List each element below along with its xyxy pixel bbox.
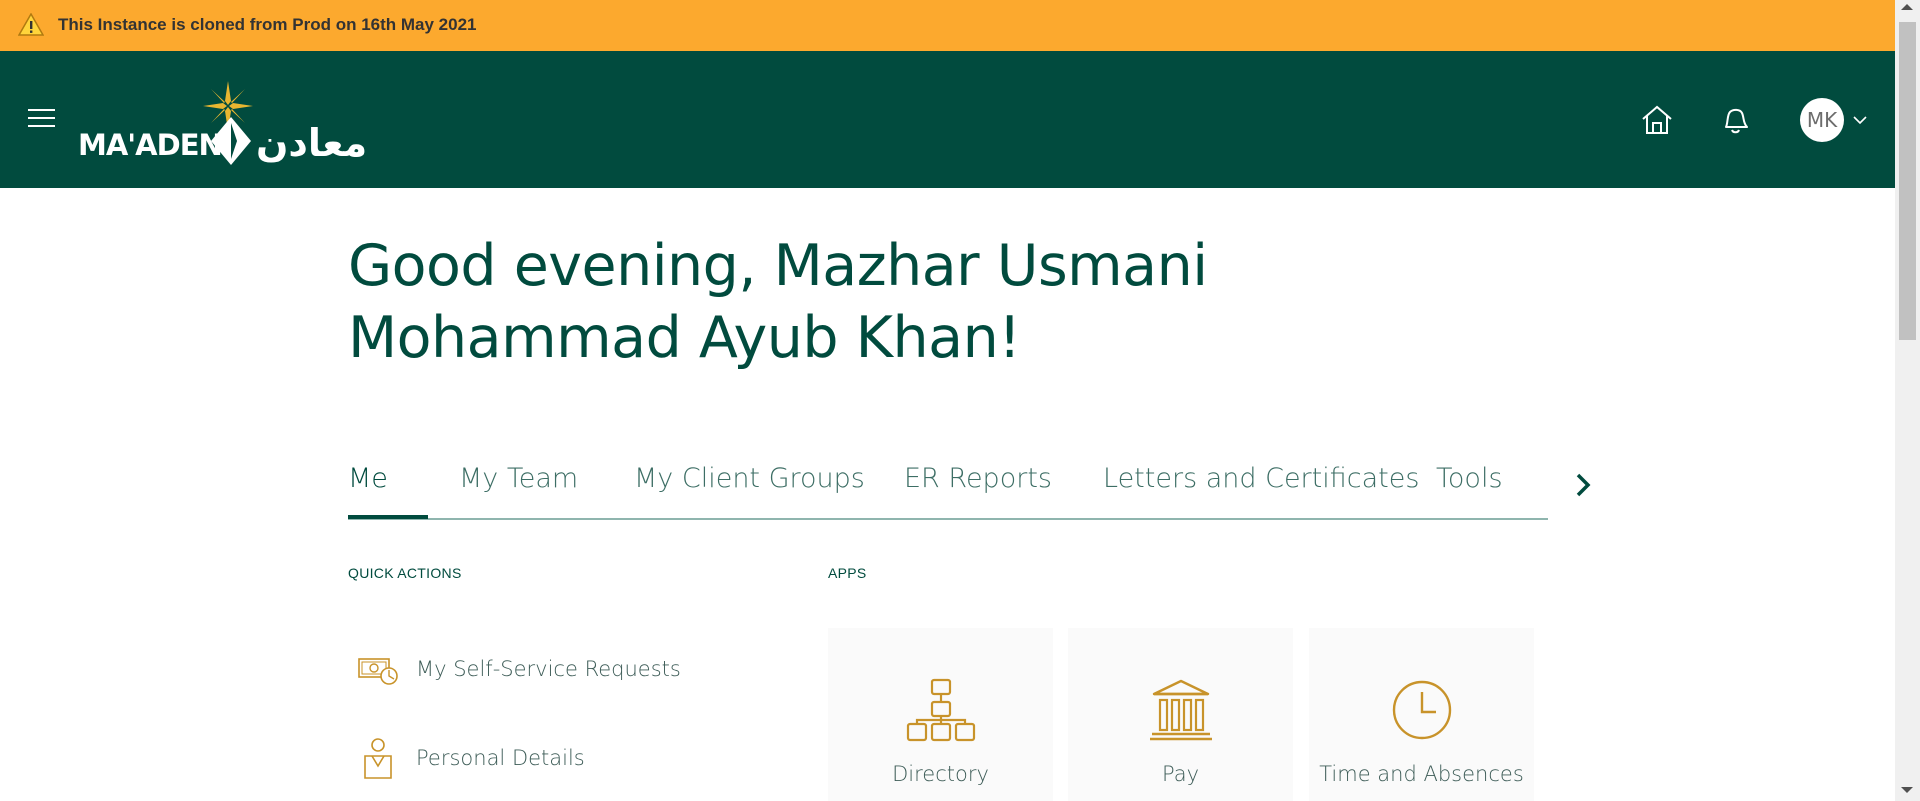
avatar[interactable]: MK xyxy=(1800,98,1844,142)
app-tile-pay[interactable]: Pay xyxy=(1068,628,1293,801)
home-icon[interactable] xyxy=(1640,103,1674,137)
menu-icon[interactable] xyxy=(28,109,55,129)
app-label: Directory xyxy=(892,762,989,786)
pay-icon xyxy=(1150,679,1212,741)
tab-letters-and-certificates[interactable]: Letters and Certificates xyxy=(1103,463,1419,494)
maaden-logo[interactable]: MA'ADEN معادن xyxy=(76,81,396,166)
quick-action-self-service-requests[interactable]: My Self-Service Requests xyxy=(356,644,681,694)
warning-icon xyxy=(18,13,44,36)
app-tile-time-and-absences[interactable]: Time and Absences xyxy=(1309,628,1534,801)
active-tab-indicator xyxy=(348,515,428,519)
logo-arabic-text: معادن xyxy=(256,121,368,165)
scroll-thumb[interactable] xyxy=(1899,22,1916,340)
app-label: Pay xyxy=(1161,762,1200,786)
tab-my-client-groups[interactable]: My Client Groups xyxy=(634,463,865,494)
logo-text: MA'ADEN xyxy=(78,128,223,162)
directory-icon xyxy=(906,678,976,742)
tab-my-team[interactable]: My Team xyxy=(459,463,578,494)
tab-bar: Me My Team My Client Groups ER Reports L… xyxy=(348,455,1548,520)
greeting-title: Good evening, Mazhar Usmani Mohammad Ayu… xyxy=(348,233,1208,371)
chevron-down-icon[interactable] xyxy=(1853,115,1867,125)
app-label: Time and Absences xyxy=(1319,762,1524,786)
warning-banner: This Instance is cloned from Prod on 16t… xyxy=(0,0,1895,51)
apps-heading: APPS xyxy=(828,565,867,581)
self-service-requests-icon xyxy=(358,658,398,685)
tab-me[interactable]: Me xyxy=(348,463,388,494)
notifications-icon[interactable] xyxy=(1718,103,1752,137)
banner-message: This Instance is cloned from Prod on 16t… xyxy=(58,15,477,34)
tab-tools[interactable]: Tools xyxy=(1436,463,1503,494)
quick-action-label: My Self-Service Requests xyxy=(416,657,681,681)
quick-actions-heading: QUICK ACTIONS xyxy=(348,565,462,581)
scroll-up-arrow-icon[interactable] xyxy=(1901,4,1913,10)
personal-details-icon xyxy=(364,738,392,779)
app-tile-directory[interactable]: Directory xyxy=(828,628,1053,801)
time-and-absences-icon xyxy=(1392,680,1452,740)
quick-action-label: Personal Details xyxy=(416,746,585,770)
vertical-scrollbar[interactable] xyxy=(1895,0,1920,801)
scroll-down-arrow-icon[interactable] xyxy=(1901,787,1913,793)
tab-er-reports[interactable]: ER Reports xyxy=(904,463,1052,494)
chevron-right-icon[interactable] xyxy=(1572,472,1594,498)
app-header: MA'ADEN معادن MK xyxy=(0,51,1895,188)
quick-action-personal-details[interactable]: Personal Details xyxy=(356,733,585,783)
